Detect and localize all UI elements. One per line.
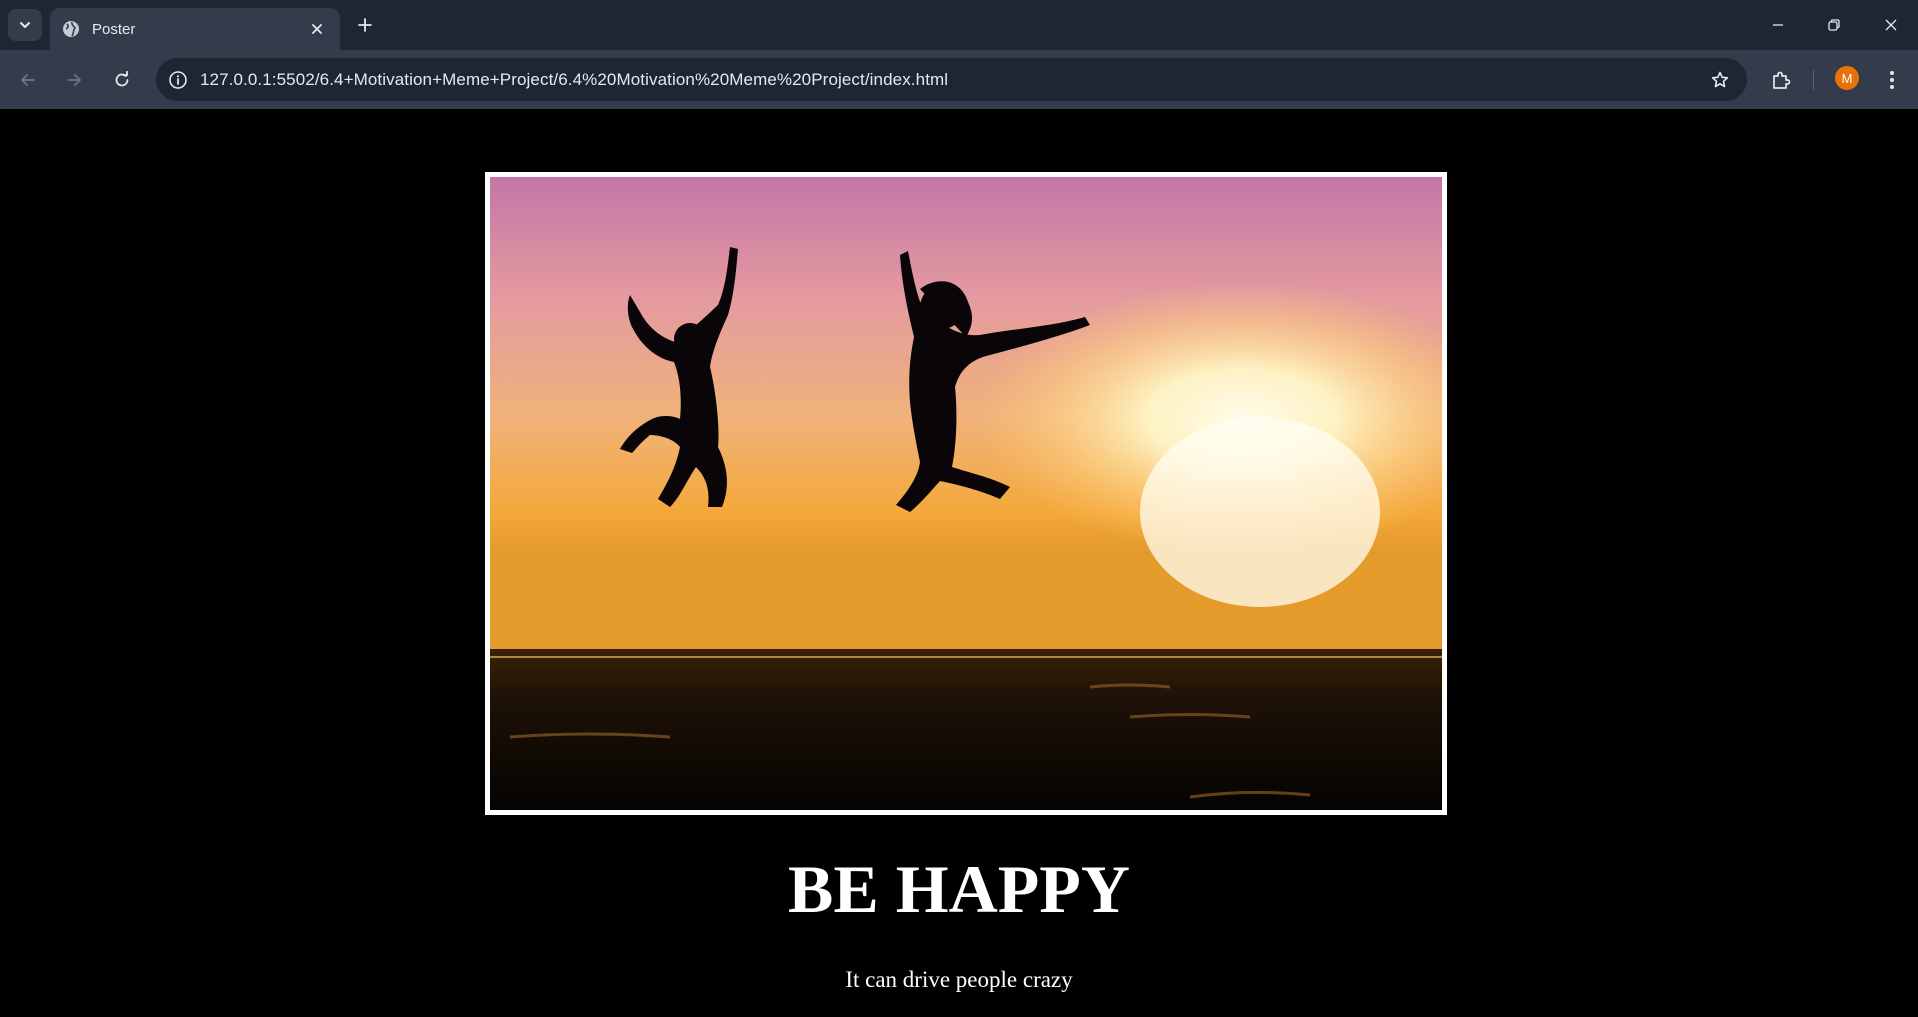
site-info-icon[interactable] [164, 66, 192, 94]
restore-icon [1828, 19, 1840, 31]
toolbar-divider [1813, 70, 1814, 90]
profile-avatar[interactable]: M [1835, 66, 1859, 90]
close-window-button[interactable] [1876, 10, 1906, 40]
tab-title: Poster [92, 20, 136, 38]
reload-button[interactable] [106, 64, 138, 96]
puzzle-icon [1773, 71, 1791, 89]
address-bar[interactable]: 127.0.0.1:5502/6.4+Motivation+Meme+Proje… [156, 58, 1747, 101]
back-button[interactable] [12, 64, 44, 96]
poster-title: BE HAPPY [788, 851, 1130, 927]
star-icon[interactable] [1705, 65, 1735, 95]
close-tab-icon[interactable] [306, 18, 328, 40]
active-tab[interactable]: Poster [50, 8, 340, 50]
forward-button[interactable] [58, 64, 90, 96]
close-icon [1885, 19, 1897, 31]
more-vertical-icon [1890, 71, 1894, 89]
tab-strip: Poster [0, 0, 1918, 50]
minimize-button[interactable] [1763, 10, 1793, 40]
poster-subtitle: It can drive people crazy [845, 967, 1073, 992]
globe-icon [62, 20, 80, 38]
url-text[interactable]: 127.0.0.1:5502/6.4+Motivation+Meme+Proje… [200, 70, 1705, 90]
poster-image [485, 172, 1447, 815]
browser-toolbar: 127.0.0.1:5502/6.4+Motivation+Meme+Proje… [0, 50, 1918, 109]
restore-button[interactable] [1819, 10, 1849, 40]
new-tab-button[interactable] [352, 12, 378, 38]
browser-menu-button[interactable] [1877, 64, 1907, 96]
chevron-down-icon [20, 22, 30, 28]
tab-search-button[interactable] [8, 9, 42, 41]
arrow-left-icon [21, 74, 35, 86]
minimize-icon [1773, 24, 1783, 26]
reload-icon [115, 71, 129, 87]
arrow-right-icon [67, 74, 81, 86]
page-viewport: BE HAPPY It can drive people crazy [0, 109, 1918, 1017]
plus-icon [358, 18, 372, 32]
extensions-button[interactable] [1765, 64, 1797, 96]
